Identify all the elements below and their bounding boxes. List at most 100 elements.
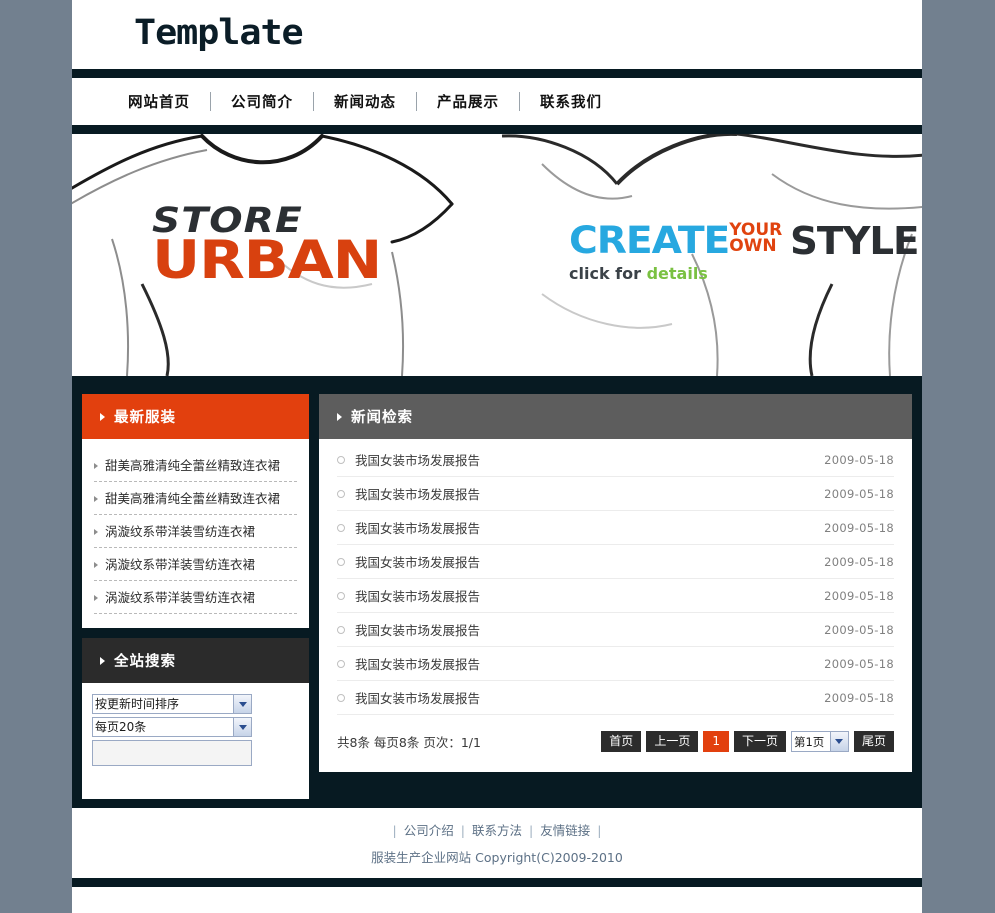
banner-yourown-word: YOUR OWN xyxy=(729,222,782,256)
news-title-text: 我国女装市场发展报告 xyxy=(355,691,481,706)
nav-item-home[interactable]: 网站首页 xyxy=(108,91,210,112)
page-container: Template 网站首页 公司简介 新闻动态 产品展示 联系我们 STORE … xyxy=(72,0,922,913)
banner-create-word: CREATE xyxy=(569,219,730,262)
banner-clickfor-text: click for xyxy=(569,264,641,283)
list-item[interactable]: 甜美高雅清纯全蕾丝精致连衣裙 xyxy=(94,449,297,482)
latest-clothing-panel: 最新服装 甜美高雅清纯全蕾丝精致连衣裙 甜美高雅清纯全蕾丝精致连衣裙 涡漩纹系带… xyxy=(82,394,309,628)
news-date-cell: 2009-05-18 xyxy=(824,622,894,637)
sort-select-wrapper: 按更新时间排序 xyxy=(92,694,252,714)
news-title-cell: 我国女装市场发展报告 xyxy=(337,552,480,571)
list-item[interactable]: 甜美高雅清纯全蕾丝精致连衣裙 xyxy=(94,482,297,515)
pagination-buttons: 首页 上一页 1 下一页 第1页 尾页 xyxy=(601,731,894,752)
table-row[interactable]: 我国女装市场发展报告 2009-05-18 xyxy=(337,613,894,647)
site-logo: Template xyxy=(134,13,304,53)
circle-bullet-icon xyxy=(337,659,345,668)
arrow-right-icon xyxy=(94,562,98,568)
arrow-right-icon xyxy=(94,463,98,469)
footer-divider: | xyxy=(460,823,465,838)
table-row[interactable]: 我国女装市场发展报告 2009-05-18 xyxy=(337,681,894,715)
latest-clothing-list: 甜美高雅清纯全蕾丝精致连衣裙 甜美高雅清纯全蕾丝精致连衣裙 涡漩纹系带洋装雪纺连… xyxy=(82,439,309,628)
news-date-cell: 2009-05-18 xyxy=(824,520,894,535)
table-row[interactable]: 我国女装市场发展报告 2009-05-18 xyxy=(337,647,894,681)
banner-own-word: OWN xyxy=(729,235,777,256)
hero-banner[interactable]: STORE URBAN CREATE YOUR OWN STYLE click … xyxy=(72,134,922,376)
footer-copyright: 服装生产企业网站 Copyright(C)2009-2010 xyxy=(371,850,623,865)
news-panel-title: 新闻检索 xyxy=(351,410,413,426)
footer-divider: | xyxy=(529,823,534,838)
circle-bullet-icon xyxy=(337,455,345,464)
news-title-text: 我国女装市场发展报告 xyxy=(355,589,481,604)
last-page-button[interactable]: 尾页 xyxy=(853,731,894,752)
sort-select[interactable]: 按更新时间排序 xyxy=(92,694,252,714)
table-row[interactable]: 我国女装市场发展报告 2009-05-18 xyxy=(337,579,894,613)
table-row[interactable]: 我国女装市场发展报告 2009-05-18 xyxy=(337,511,894,545)
search-input[interactable] xyxy=(92,740,252,766)
arrow-right-icon xyxy=(337,412,342,421)
first-page-button[interactable]: 首页 xyxy=(601,731,642,752)
next-page-button[interactable]: 下一页 xyxy=(733,731,786,752)
nav-item-news[interactable]: 新闻动态 xyxy=(314,91,416,112)
news-date-cell: 2009-05-18 xyxy=(824,486,894,501)
news-date-cell: 2009-05-18 xyxy=(824,588,894,603)
latest-clothing-title: 最新服装 xyxy=(114,410,176,426)
footer-link-friendlinks[interactable]: 友情链接 xyxy=(540,823,590,838)
footer-divider: | xyxy=(597,823,602,838)
news-date-cell: 2009-05-18 xyxy=(824,656,894,671)
news-title-cell: 我国女装市场发展报告 xyxy=(337,688,480,707)
header-divider-bottom xyxy=(72,125,922,134)
banner-left-text: STORE URBAN xyxy=(152,203,382,286)
table-row[interactable]: 我国女装市场发展报告 2009-05-18 xyxy=(337,443,894,477)
site-search-body: 按更新时间排序 每页20条 xyxy=(82,683,309,799)
list-item[interactable]: 涡漩纹系带洋装雪纺连衣裙 xyxy=(94,548,297,581)
news-title-text: 我国女装市场发展报告 xyxy=(355,487,481,502)
news-panel: 新闻检索 我国女装市场发展报告 2009-05-18 我国女装市场发展报告 20… xyxy=(319,394,912,772)
news-date-cell: 2009-05-18 xyxy=(824,690,894,705)
circle-bullet-icon xyxy=(337,625,345,634)
footer-link-contact[interactable]: 联系方法 xyxy=(472,823,522,838)
banner-click-for-details[interactable]: click for details xyxy=(569,266,916,282)
list-item[interactable]: 涡漩纹系带洋装雪纺连衣裙 xyxy=(94,581,297,614)
news-title-text: 我国女装市场发展报告 xyxy=(355,623,481,638)
pagination-summary: 共8条 每页8条 页次：1/1 xyxy=(337,735,481,750)
news-panel-header: 新闻检索 xyxy=(319,394,912,439)
list-item-label: 涡漩纹系带洋装雪纺连衣裙 xyxy=(105,557,256,572)
header-divider-top xyxy=(72,69,922,78)
main-nav: 网站首页 公司简介 新闻动态 产品展示 联系我们 xyxy=(72,78,922,125)
perpage-select[interactable]: 每页20条 xyxy=(92,717,252,737)
banner-right-text: CREATE YOUR OWN STYLE click for details xyxy=(569,219,920,282)
page-jump-select[interactable]: 第1页 xyxy=(790,731,849,752)
news-title-cell: 我国女装市场发展报告 xyxy=(337,654,480,673)
panel-gap xyxy=(82,628,309,638)
circle-bullet-icon xyxy=(337,489,345,498)
arrow-right-icon xyxy=(94,529,98,535)
current-page-button[interactable]: 1 xyxy=(703,731,729,752)
footer-link-about[interactable]: 公司介绍 xyxy=(404,823,454,838)
site-footer: | 公司介绍 | 联系方法 | 友情链接 | 服装生产企业网站 Copyright(C)20… xyxy=(72,808,922,878)
arrow-right-icon xyxy=(94,496,98,502)
news-title-cell: 我国女装市场发展报告 xyxy=(337,620,480,639)
nav-item-contact[interactable]: 联系我们 xyxy=(520,91,622,112)
footer-divider-bottom xyxy=(72,878,922,887)
list-item[interactable]: 涡漩纹系带洋装雪纺连衣裙 xyxy=(94,515,297,548)
news-title-cell: 我国女装市场发展报告 xyxy=(337,450,480,469)
list-item-label: 甜美高雅清纯全蕾丝精致连衣裙 xyxy=(105,491,281,506)
circle-bullet-icon xyxy=(337,591,345,600)
news-title-text: 我国女装市场发展报告 xyxy=(355,555,481,570)
prev-page-button[interactable]: 上一页 xyxy=(646,731,699,752)
table-row[interactable]: 我国女装市场发展报告 2009-05-18 xyxy=(337,477,894,511)
site-search-title: 全站搜索 xyxy=(114,654,176,670)
footer-divider: | xyxy=(392,823,397,838)
left-column: 最新服装 甜美高雅清纯全蕾丝精致连衣裙 甜美高雅清纯全蕾丝精致连衣裙 涡漩纹系带… xyxy=(82,394,309,799)
site-search-panel: 全站搜索 按更新时间排序 每页20条 xyxy=(82,638,309,799)
arrow-right-icon xyxy=(100,656,105,665)
main-content: 最新服装 甜美高雅清纯全蕾丝精致连衣裙 甜美高雅清纯全蕾丝精致连衣裙 涡漩纹系带… xyxy=(72,385,922,808)
right-column: 新闻检索 我国女装市场发展报告 2009-05-18 我国女装市场发展报告 20… xyxy=(319,394,912,772)
site-header: Template xyxy=(72,0,922,69)
footer-links: | 公司介绍 | 联系方法 | 友情链接 | xyxy=(386,820,609,839)
news-title-cell: 我国女装市场发展报告 xyxy=(337,518,480,537)
nav-item-products[interactable]: 产品展示 xyxy=(417,91,519,112)
table-row[interactable]: 我国女装市场发展报告 2009-05-18 xyxy=(337,545,894,579)
nav-item-about[interactable]: 公司简介 xyxy=(211,91,313,112)
news-title-cell: 我国女装市场发展报告 xyxy=(337,586,480,605)
news-title-cell: 我国女装市场发展报告 xyxy=(337,484,480,503)
